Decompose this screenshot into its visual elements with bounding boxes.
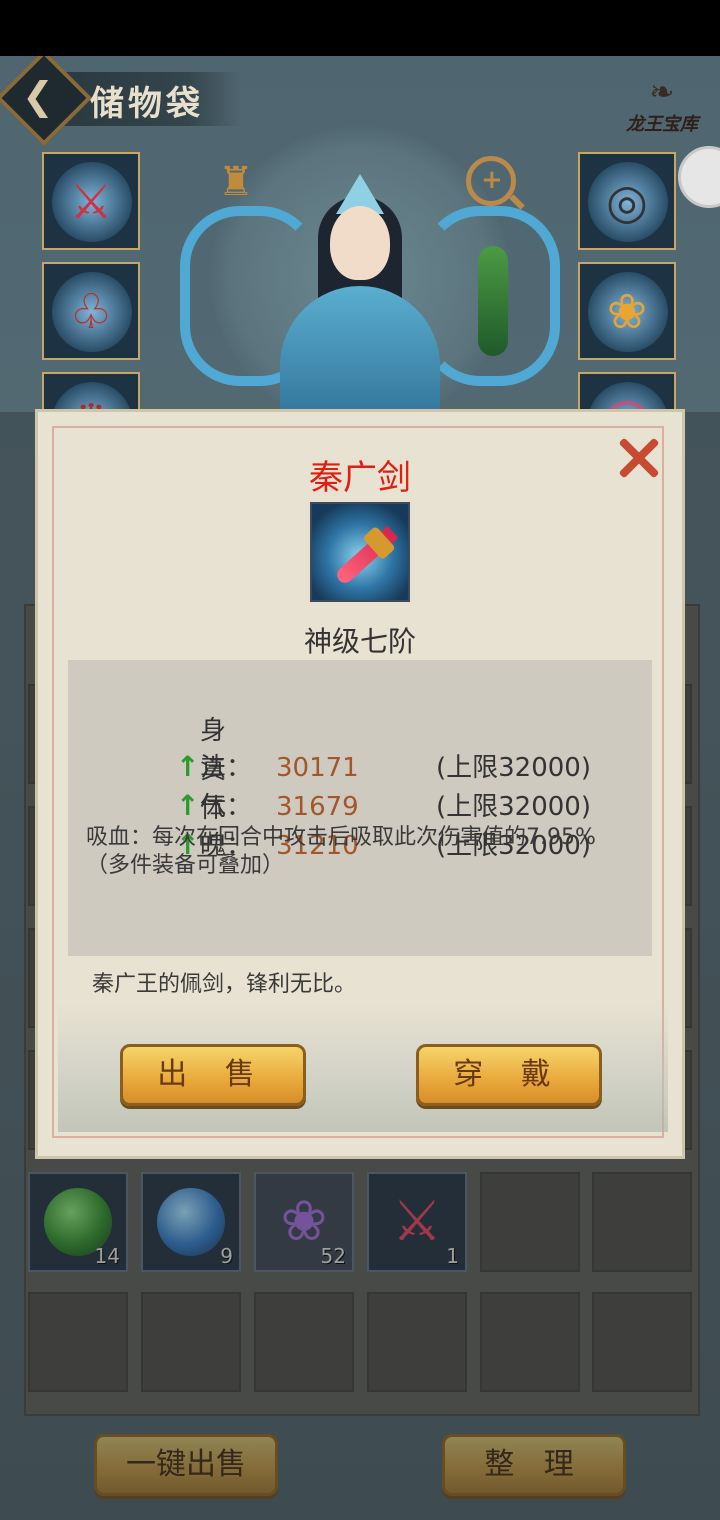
equip-slot-armor[interactable]: ♧ — [42, 262, 140, 360]
equip-label: 穿 戴 — [453, 1057, 565, 1092]
item-name: 秦广剑 — [309, 458, 411, 498]
sword-icon: ⚔ — [69, 174, 113, 230]
bracelet-icon: ◎ — [606, 174, 648, 230]
equip-slot-weapon[interactable]: ⚔ — [42, 152, 140, 250]
plus-icon: + — [481, 165, 503, 195]
equip-button[interactable]: 穿 戴 — [416, 1044, 602, 1106]
effect-line: 吸血：每次在回合中攻击后吸取此次伤害值的7.95% — [86, 825, 596, 850]
item-grade: 神级七阶 — [303, 625, 416, 658]
pendant-icon: ❀ — [606, 284, 648, 340]
dragon-icon: ❧ — [649, 75, 675, 110]
effect-note: （多件装备可叠加） — [86, 853, 285, 878]
jade-pendant-icon[interactable] — [478, 246, 508, 356]
dragon-treasury-label: 龙王宝库 — [626, 114, 698, 135]
stat-row: ↑真气： 31679 (上限32000) — [176, 749, 591, 822]
item-detail-popup: 秦广剑 神级七阶 ↑身法： 30171 (上限32000) ↑真气： 31679 (上限… — [38, 412, 682, 1156]
stat-row: ↑体魄： 31210 (上限32000) — [176, 788, 591, 861]
effect-text: 吸血：每次在回合中攻击后吸取此次伤害值的7.95% （多件装备可叠加） — [86, 824, 646, 880]
zoom-icon[interactable]: + — [466, 156, 516, 206]
sell-label: 出 售 — [157, 1057, 269, 1092]
fashion-icon[interactable]: ♜ — [208, 154, 264, 210]
dragon-treasury-button[interactable]: ❧ 龙王宝库 — [616, 76, 708, 146]
character-face — [330, 206, 390, 280]
equip-slot-pendant[interactable]: ❀ — [578, 262, 676, 360]
stat-row: ↑身法： 30171 (上限32000) — [176, 710, 591, 783]
item-description: 秦广王的佩剑，锋利无比。 — [92, 972, 357, 997]
floating-assistant-handle[interactable] — [678, 146, 720, 208]
chevron-left-icon[interactable]: ❮ — [22, 76, 54, 116]
item-sword-icon — [310, 502, 410, 602]
status-bar — [0, 0, 720, 56]
armor-icon: ♧ — [69, 284, 113, 340]
page-title: 储物袋 — [90, 84, 204, 124]
equip-slot-bracelet[interactable]: ◎ — [578, 152, 676, 250]
stats-box: ↑身法： 30171 (上限32000) ↑真气： 31679 (上限32000) ↑体… — [68, 660, 652, 956]
sell-button[interactable]: 出 售 — [120, 1044, 306, 1106]
